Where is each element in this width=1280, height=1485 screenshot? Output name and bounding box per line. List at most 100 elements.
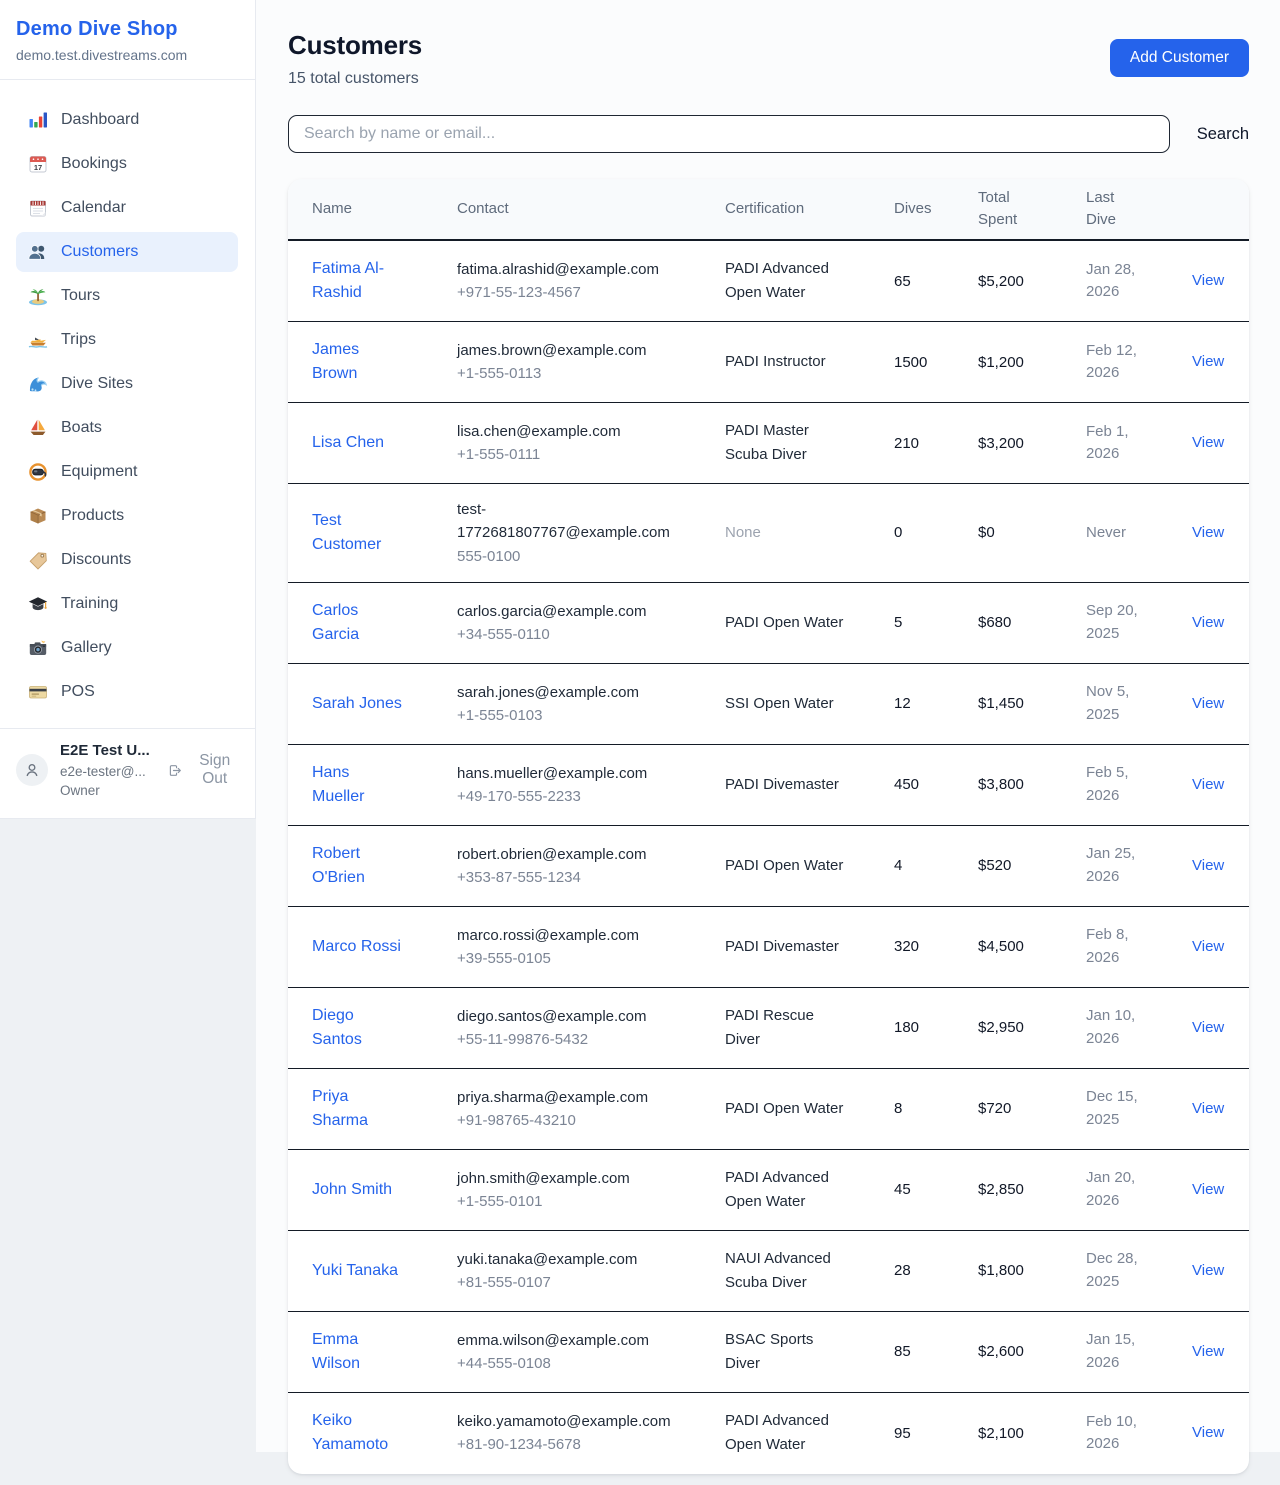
sign-out-button[interactable]: Sign Out: [168, 752, 239, 788]
customer-name-link[interactable]: Keiko Yamamoto: [312, 1409, 404, 1457]
customer-name-link[interactable]: Yuki Tanaka: [312, 1259, 398, 1283]
package-icon: [28, 506, 48, 526]
customer-certification: PADI Instructor: [725, 350, 894, 374]
sidebar-item-gallery[interactable]: Gallery: [16, 628, 238, 668]
svg-text:17: 17: [34, 163, 42, 172]
customer-phone: +971-55-123-4567: [457, 281, 675, 304]
view-link[interactable]: View: [1192, 1262, 1224, 1279]
customer-last-dive: Dec 28, 2025: [1086, 1248, 1192, 1293]
avatar: [16, 754, 48, 786]
customer-name-link[interactable]: Fatima Al-Rashid: [312, 257, 404, 305]
sidebar-item-customers[interactable]: Customers: [16, 232, 238, 272]
customer-name-link[interactable]: Hans Mueller: [312, 761, 404, 809]
view-link[interactable]: View: [1192, 434, 1224, 451]
customer-name-link[interactable]: Carlos Garcia: [312, 599, 404, 647]
sidebar-item-equipment[interactable]: Equipment: [16, 452, 238, 492]
island-icon: [28, 286, 48, 306]
customer-dives: 210: [894, 435, 978, 452]
customer-name-link[interactable]: Diego Santos: [312, 1004, 404, 1052]
sidebar-item-label: Calendar: [61, 199, 126, 217]
customer-dives: 180: [894, 1019, 978, 1036]
customer-name-link[interactable]: Robert O'Brien: [312, 842, 404, 890]
customer-certification: PADI Advanced Open Water: [725, 1409, 894, 1457]
customer-last-dive: Sep 20, 2025: [1086, 600, 1192, 645]
table-row: Keiko Yamamoto keiko.yamamoto@example.co…: [288, 1393, 1249, 1474]
customer-dives: 1500: [894, 354, 978, 371]
camera-icon: [28, 638, 48, 658]
customer-last-dive: Feb 10, 2026: [1086, 1411, 1192, 1456]
customer-total-spent: $4,500: [978, 938, 1086, 955]
calendar-17-icon: 17: [28, 154, 48, 174]
tag-icon: [28, 550, 48, 570]
sidebar-item-bookings[interactable]: 17 Bookings: [16, 144, 238, 184]
customer-email: lisa.chen@example.com: [457, 420, 675, 443]
view-link[interactable]: View: [1192, 1424, 1224, 1441]
customer-last-dive: Jan 28, 2026: [1086, 259, 1192, 304]
customer-email: priya.sharma@example.com: [457, 1086, 675, 1109]
view-link[interactable]: View: [1192, 938, 1224, 955]
customer-certification: PADI Master Scuba Diver: [725, 419, 894, 467]
customer-total-spent: $680: [978, 614, 1086, 631]
sidebar-item-pos[interactable]: POS: [16, 672, 238, 712]
customer-name-link[interactable]: Priya Sharma: [312, 1085, 404, 1133]
user-info: E2E Test U... e2e-tester@... Owner: [60, 741, 156, 800]
sidebar-item-products[interactable]: Products: [16, 496, 238, 536]
sidebar-item-label: Trips: [61, 331, 96, 349]
customer-name-link[interactable]: Sarah Jones: [312, 692, 402, 716]
sidebar-item-label: Gallery: [61, 639, 112, 657]
view-link[interactable]: View: [1192, 776, 1224, 793]
customer-phone: +44-555-0108: [457, 1352, 675, 1375]
view-link[interactable]: View: [1192, 1100, 1224, 1117]
customer-email: james.brown@example.com: [457, 339, 675, 362]
customer-name-link[interactable]: John Smith: [312, 1178, 392, 1202]
bar-chart-icon: [28, 110, 48, 130]
table-row: Diego Santos diego.santos@example.com+55…: [288, 988, 1249, 1069]
search-button[interactable]: Search: [1197, 125, 1249, 144]
view-link[interactable]: View: [1192, 272, 1224, 289]
customer-total-spent: $720: [978, 1100, 1086, 1117]
customer-certification: PADI Open Water: [725, 611, 894, 635]
customer-email: emma.wilson@example.com: [457, 1329, 675, 1352]
view-link[interactable]: View: [1192, 524, 1224, 541]
add-customer-button[interactable]: Add Customer: [1110, 39, 1249, 77]
customer-certification: PADI Divemaster: [725, 935, 894, 959]
graduation-cap-icon: [28, 594, 48, 614]
customer-email: diego.santos@example.com: [457, 1005, 675, 1028]
table-row: Emma Wilson emma.wilson@example.com+44-5…: [288, 1312, 1249, 1393]
sidebar-item-trips[interactable]: Trips: [16, 320, 238, 360]
sidebar-item-calendar[interactable]: Calendar: [16, 188, 238, 228]
sidebar-item-dive-sites[interactable]: Dive Sites: [16, 364, 238, 404]
customer-certification: PADI Divemaster: [725, 773, 894, 797]
customer-name-link[interactable]: Emma Wilson: [312, 1328, 404, 1376]
view-link[interactable]: View: [1192, 1343, 1224, 1360]
customer-name-link[interactable]: James Brown: [312, 338, 404, 386]
customers-table: Name Contact Certification Dives Total S…: [288, 179, 1249, 1474]
sidebar-item-discounts[interactable]: Discounts: [16, 540, 238, 580]
customer-last-dive: Feb 1, 2026: [1086, 421, 1192, 466]
table-row: Sarah Jones sarah.jones@example.com+1-55…: [288, 664, 1249, 745]
view-link[interactable]: View: [1192, 1019, 1224, 1036]
customer-last-dive: Feb 5, 2026: [1086, 762, 1192, 807]
view-link[interactable]: View: [1192, 353, 1224, 370]
sidebar-item-dashboard[interactable]: Dashboard: [16, 100, 238, 140]
sidebar-item-tours[interactable]: Tours: [16, 276, 238, 316]
customer-email: hans.mueller@example.com: [457, 762, 675, 785]
customer-email: test-1772681807767@example.com: [457, 498, 675, 545]
search-input[interactable]: [288, 115, 1170, 153]
sidebar-item-boats[interactable]: Boats: [16, 408, 238, 448]
sidebar-item-training[interactable]: Training: [16, 584, 238, 624]
view-link[interactable]: View: [1192, 695, 1224, 712]
customer-name-link[interactable]: Lisa Chen: [312, 431, 384, 455]
table-row: Robert O'Brien robert.obrien@example.com…: [288, 826, 1249, 907]
customer-phone: +34-555-0110: [457, 623, 675, 646]
sign-out-icon: [168, 762, 182, 779]
brand: Demo Dive Shop demo.test.divestreams.com: [0, 0, 255, 79]
customer-name-link[interactable]: Marco Rossi: [312, 935, 401, 959]
view-link[interactable]: View: [1192, 614, 1224, 631]
view-link[interactable]: View: [1192, 1181, 1224, 1198]
view-link[interactable]: View: [1192, 857, 1224, 874]
user-name: E2E Test U...: [60, 741, 156, 761]
page-header: Customers 15 total customers Add Custome…: [256, 0, 1280, 88]
customer-name-link[interactable]: Test Customer: [312, 509, 404, 557]
customer-dives: 95: [894, 1425, 978, 1442]
